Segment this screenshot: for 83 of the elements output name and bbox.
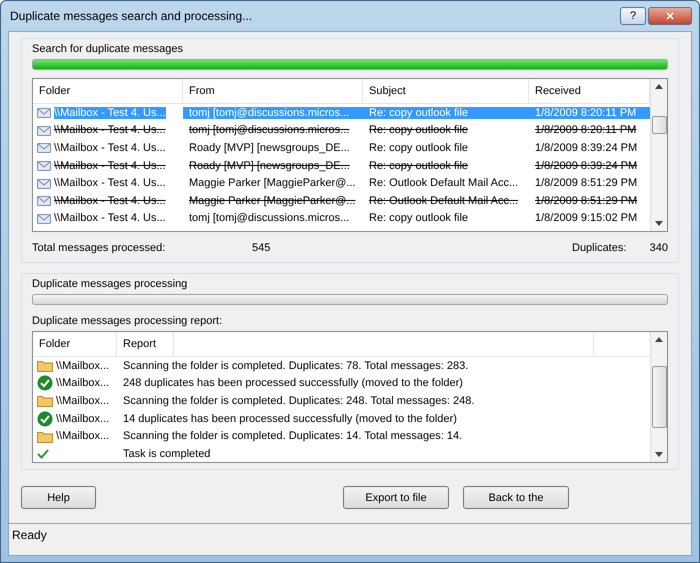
- table-cell: \\Mailbox - Test 4. Us...: [54, 124, 166, 136]
- check-circle-icon: [37, 410, 53, 427]
- table-cell: \\Mailbox...: [56, 360, 110, 372]
- table-cell-text: Re: copy outlook file: [368, 124, 470, 136]
- scrollbar[interactable]: [650, 79, 667, 231]
- envelope-icon: [37, 124, 51, 137]
- table-cell-text: Roady [MVP] [newsgroups_DE...: [188, 142, 351, 154]
- table-cell: \\Mailbox - Test 4. Us...: [54, 177, 166, 190]
- table-cell: \\Mailbox - Test 4. Us...: [54, 106, 166, 119]
- checkmark-icon: [37, 448, 49, 459]
- table-cell-text: tomj [tomj@discussions.micros...: [188, 124, 350, 136]
- table-cell-text: 1/8/2009 9:15:02 PM: [534, 212, 638, 224]
- table-cell: \\Mailbox - Test 4. Us...: [54, 160, 166, 172]
- table-cell-text: tomj [tomj@discussions.micros...: [188, 212, 350, 224]
- table-cell-text: Task is completed: [122, 448, 212, 460]
- table-cell-text: Scanning the folder is completed. Duplicates: 78. Total messages: 283.: [122, 360, 470, 372]
- window-title: Duplicate messages search and processing...: [9, 9, 252, 23]
- scroll-down-arrow-icon[interactable]: [655, 221, 663, 226]
- table-cell-text: Scanning the folder is completed. Duplicates: 248. Total messages: 248.: [122, 394, 476, 407]
- table-cell-text: 1/8/2009 8:20:11 PM: [534, 124, 638, 136]
- scroll-down-arrow-icon[interactable]: [655, 452, 663, 457]
- table-cell: Re: copy outlook file: [363, 106, 529, 119]
- envelope-icon: [37, 106, 51, 120]
- message-row[interactable]: \\Mailbox - Test 4. Us... Roady [MVP] [newsgroups_DE... Re: copy outlook file 1/8/2009 8:39:24 PM: [33, 139, 650, 157]
- check-circle-icon: [37, 375, 53, 392]
- table-cell-text: 1/8/2009 8:39:24 PM: [534, 142, 638, 154]
- stat-value: 545: [252, 242, 272, 254]
- table-cell: \\Mailbox...: [56, 394, 110, 407]
- message-row[interactable]: \\Mailbox - Test 4. Us... Roady [MVP] [newsgroups_DE... Re: copy outlook file 1/8/2009 8:39:24 PM: [33, 156, 650, 174]
- stat-value: 340: [648, 242, 668, 254]
- table-cell: \\Mailbox - Test 4. Us...: [54, 194, 166, 207]
- dialog-button[interactable]: Back to the: [463, 486, 569, 509]
- table-cell-text: Roady [MVP] [newsgroups_DE...: [188, 160, 351, 172]
- folder-icon: [37, 359, 53, 372]
- stat-label: Total messages processed:: [32, 242, 166, 254]
- stat-label: Duplicates:: [572, 242, 628, 254]
- group-title: Duplicate messages processing: [32, 278, 188, 290]
- column-header[interactable]: From: [183, 79, 363, 103]
- message-row[interactable]: \\Mailbox - Test 4. Us... Maggie Parker [MaggieParker@... Re: Outlook Default Mail Acc... 1/8/2009 8:51:29 PM: [33, 174, 650, 192]
- table-cell: tomj [tomj@discussions.micros...: [183, 106, 363, 119]
- message-row[interactable]: \\Mailbox - Test 4. Us... Maggie Parker [MaggieParker@... Re: Outlook Default Mail Acc... 1/8/2009 8:51:29 PM: [33, 192, 650, 210]
- scrollbar-thumb[interactable]: [652, 116, 666, 134]
- table-cell: \\Mailbox - Test 4. Us...: [54, 212, 166, 224]
- scrollbar[interactable]: [650, 332, 667, 462]
- folder-icon: [37, 394, 53, 408]
- envelope-icon: [37, 194, 51, 208]
- envelope-icon: [37, 212, 51, 225]
- table-cell-text: 248 duplicates has been processed successfully (moved to the folder): [122, 377, 464, 390]
- column-header[interactable]: Subject: [363, 79, 529, 103]
- message-row[interactable]: \\Mailbox - Test 4. Us... tomj [tomj@discussions.micros... Re: copy outlook file 1/8/2009 9:15:02 PM: [33, 210, 650, 228]
- table-cell-text: 1/8/2009 8:51:29 PM: [534, 194, 638, 207]
- column-header[interactable]: Folder: [33, 332, 117, 356]
- column-header[interactable]: Report: [117, 332, 174, 356]
- folder-icon: [37, 430, 53, 443]
- table-cell-text: Scanning the folder is completed. Duplicates: 14. Total messages: 14.: [122, 430, 464, 442]
- table-cell-text: 1/8/2009 8:51:29 PM: [534, 177, 638, 190]
- table-cell: \\Mailbox...: [56, 377, 110, 390]
- envelope-icon: [37, 159, 51, 172]
- table-cell: 1/8/2009 8:20:11 PM: [529, 106, 650, 119]
- scroll-up-arrow-icon[interactable]: [655, 337, 663, 342]
- table-cell-text: Re: Outlook Default Mail Acc...: [368, 194, 520, 207]
- table-cell-text: Maggie Parker [MaggieParker@...: [188, 194, 356, 207]
- dialog-button[interactable]: Export to file: [343, 486, 449, 509]
- scroll-up-arrow-icon[interactable]: [655, 84, 663, 89]
- table-cell-text: 14 duplicates has been processed successfully (moved to the folder): [122, 412, 458, 425]
- column-header[interactable]: Folder: [33, 79, 183, 103]
- report-label: Duplicate messages processing report:: [32, 315, 224, 327]
- table-cell-text: Re: Outlook Default Mail Acc...: [368, 177, 520, 190]
- table-cell-text: Re: copy outlook file: [368, 142, 470, 154]
- table-cell: \\Mailbox - Test 4. Us...: [54, 142, 166, 154]
- message-row[interactable]: \\Mailbox - Test 4. Us... tomj [tomj@discussions.micros... Re: copy outlook file 1/8/2009 8:20:11 PM: [33, 122, 650, 140]
- help-button[interactable]: ?: [620, 7, 646, 25]
- table-cell: \\Mailbox...: [56, 430, 110, 442]
- group-title: Search for duplicate messages: [32, 43, 184, 55]
- table-cell-text: Re: copy outlook file: [368, 212, 470, 224]
- table-cell-text: 1/8/2009 8:39:24 PM: [534, 160, 638, 172]
- table-cell-text: Maggie Parker [MaggieParker@...: [188, 177, 356, 190]
- table-cell-text: Re: copy outlook file: [368, 160, 470, 172]
- table-cell: \\Mailbox...: [56, 412, 110, 425]
- envelope-icon: [37, 141, 51, 154]
- scrollbar-thumb[interactable]: [652, 366, 666, 428]
- envelope-icon: [37, 176, 51, 190]
- dialog-button[interactable]: Help: [21, 486, 96, 509]
